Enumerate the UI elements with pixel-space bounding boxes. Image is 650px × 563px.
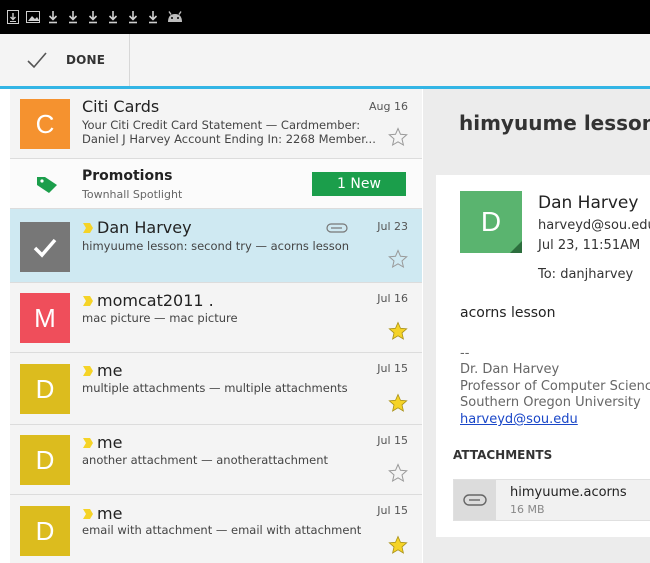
sender-name-text: Dan Harvey: [97, 218, 192, 237]
sender-avatar-letter: D: [480, 206, 502, 237]
conversation-row[interactable]: M momcat2011 . mac picture — mac picture…: [10, 283, 422, 353]
sender-name: momcat2011 .: [82, 291, 214, 310]
tag-icon: [37, 177, 57, 193]
conversation-row-selected[interactable]: Dan Harvey himyuume lesson: second try —…: [10, 209, 422, 283]
sender-avatar[interactable]: D: [460, 191, 522, 253]
sender-name: me: [82, 433, 122, 452]
selected-check-avatar[interactable]: [20, 222, 70, 272]
attachments-heading: ATTACHMENTS: [453, 448, 553, 462]
star-icon-filled[interactable]: [388, 321, 408, 341]
from-email[interactable]: harveyd@sou.edu: [538, 218, 650, 233]
conversation-list: C Citi Cards Your Citi Credit Card State…: [10, 89, 422, 563]
new-badge: 1 New: [312, 172, 406, 196]
action-bar: DONE: [0, 34, 650, 86]
sender-name-text: me: [97, 361, 123, 380]
sender-name: me: [82, 361, 122, 380]
download-icon: [46, 9, 60, 25]
importance-marker-icon[interactable]: [82, 222, 94, 234]
status-bar: [0, 0, 650, 34]
image-icon: [26, 9, 40, 25]
conversation-row[interactable]: D me another attachment — anotherattachm…: [10, 425, 422, 495]
signature-name: Dr. Dan Harvey: [460, 362, 560, 377]
signature-separator: --: [460, 346, 470, 361]
sender-name: Promotions: [82, 168, 173, 184]
done-label: DONE: [66, 53, 106, 67]
snippet: mac picture — mac picture: [82, 311, 238, 325]
importance-marker-icon[interactable]: [82, 508, 94, 520]
star-icon-filled[interactable]: [388, 393, 408, 413]
done-button[interactable]: DONE: [0, 34, 131, 86]
signature-org: Southern Oregon University: [460, 395, 641, 410]
attachment-icon: [326, 223, 348, 233]
date: Jul 16: [377, 292, 408, 305]
sender-name-text: me: [97, 504, 123, 523]
attachment-name: himyuume.acorns: [510, 485, 627, 500]
conversation-row[interactable]: C Citi Cards Your Citi Credit Card State…: [10, 89, 422, 159]
paperclip-icon: [463, 494, 487, 506]
attachment-size: 16 MB: [510, 503, 545, 516]
signature-title: Professor of Computer Science: [460, 379, 650, 394]
message-subject: himyuume lesson:: [459, 111, 650, 135]
date: Jul 15: [377, 434, 408, 447]
importance-marker-icon[interactable]: [82, 437, 94, 449]
snippet: another attachment — anotherattachment: [82, 453, 329, 467]
message-date: Jul 23, 11:51AM: [538, 238, 641, 253]
download-icon: [66, 9, 80, 25]
avatar[interactable]: C: [20, 99, 70, 149]
from-name[interactable]: Dan Harvey: [538, 193, 638, 213]
sender-name-text: me: [97, 433, 123, 452]
conversation-row[interactable]: D me email with attachment — email with …: [10, 495, 422, 563]
checkmark-icon: [27, 52, 47, 69]
snippet: Daniel J Harvey Account Ending In: 2268 …: [82, 132, 376, 146]
avatar-corner: [510, 241, 522, 253]
date: Aug 16: [369, 100, 408, 113]
to-recipients[interactable]: To: danjharvey: [538, 267, 633, 282]
avatar[interactable]: D: [20, 435, 70, 485]
conversation-row[interactable]: D me multiple attachments — multiple att…: [10, 353, 422, 425]
avatar[interactable]: D: [20, 506, 70, 556]
date: Jul 15: [377, 504, 408, 517]
signature-email-link[interactable]: harveyd@sou.edu: [460, 412, 578, 427]
message-card: D Dan Harvey harveyd@sou.edu Jul 23, 11:…: [436, 175, 650, 537]
selected-indicator: [410, 248, 422, 276]
avatar[interactable]: M: [20, 293, 70, 343]
snippet: multiple attachments — multiple attachme…: [82, 381, 348, 395]
download-icon: [86, 9, 100, 25]
snippet: Your Citi Credit Card Statement — Cardme…: [82, 118, 361, 132]
avatar[interactable]: D: [20, 364, 70, 414]
download-icon: [146, 9, 160, 25]
sender-name-text: momcat2011 .: [97, 291, 214, 310]
date: Jul 15: [377, 362, 408, 375]
snippet: email with attachment — email with attac…: [82, 523, 362, 537]
sender-name: me: [82, 504, 122, 523]
download-icon: [126, 9, 140, 25]
attachment-icon-box: [454, 480, 496, 520]
message-body: acorns lesson: [460, 305, 556, 321]
snippet: Townhall Spotlight: [82, 188, 183, 201]
download-icon: [106, 9, 120, 25]
download-box-icon: [6, 9, 20, 25]
checkmark-icon: [33, 238, 57, 258]
star-icon[interactable]: [388, 463, 408, 483]
importance-marker-icon[interactable]: [82, 295, 94, 307]
snippet: himyuume lesson: second try — acorns les…: [82, 239, 350, 253]
star-icon-filled[interactable]: [388, 535, 408, 555]
star-icon[interactable]: [388, 127, 408, 147]
attachment-item[interactable]: himyuume.acorns 16 MB: [453, 479, 650, 521]
message-pane: himyuume lesson: D Dan Harvey harveyd@so…: [423, 89, 650, 563]
importance-marker-icon[interactable]: [82, 365, 94, 377]
android-icon: [166, 9, 184, 25]
star-icon[interactable]: [388, 249, 408, 269]
sender-name: Dan Harvey: [82, 218, 192, 237]
date: Jul 23: [377, 220, 408, 233]
sender-name: Citi Cards: [82, 97, 160, 116]
